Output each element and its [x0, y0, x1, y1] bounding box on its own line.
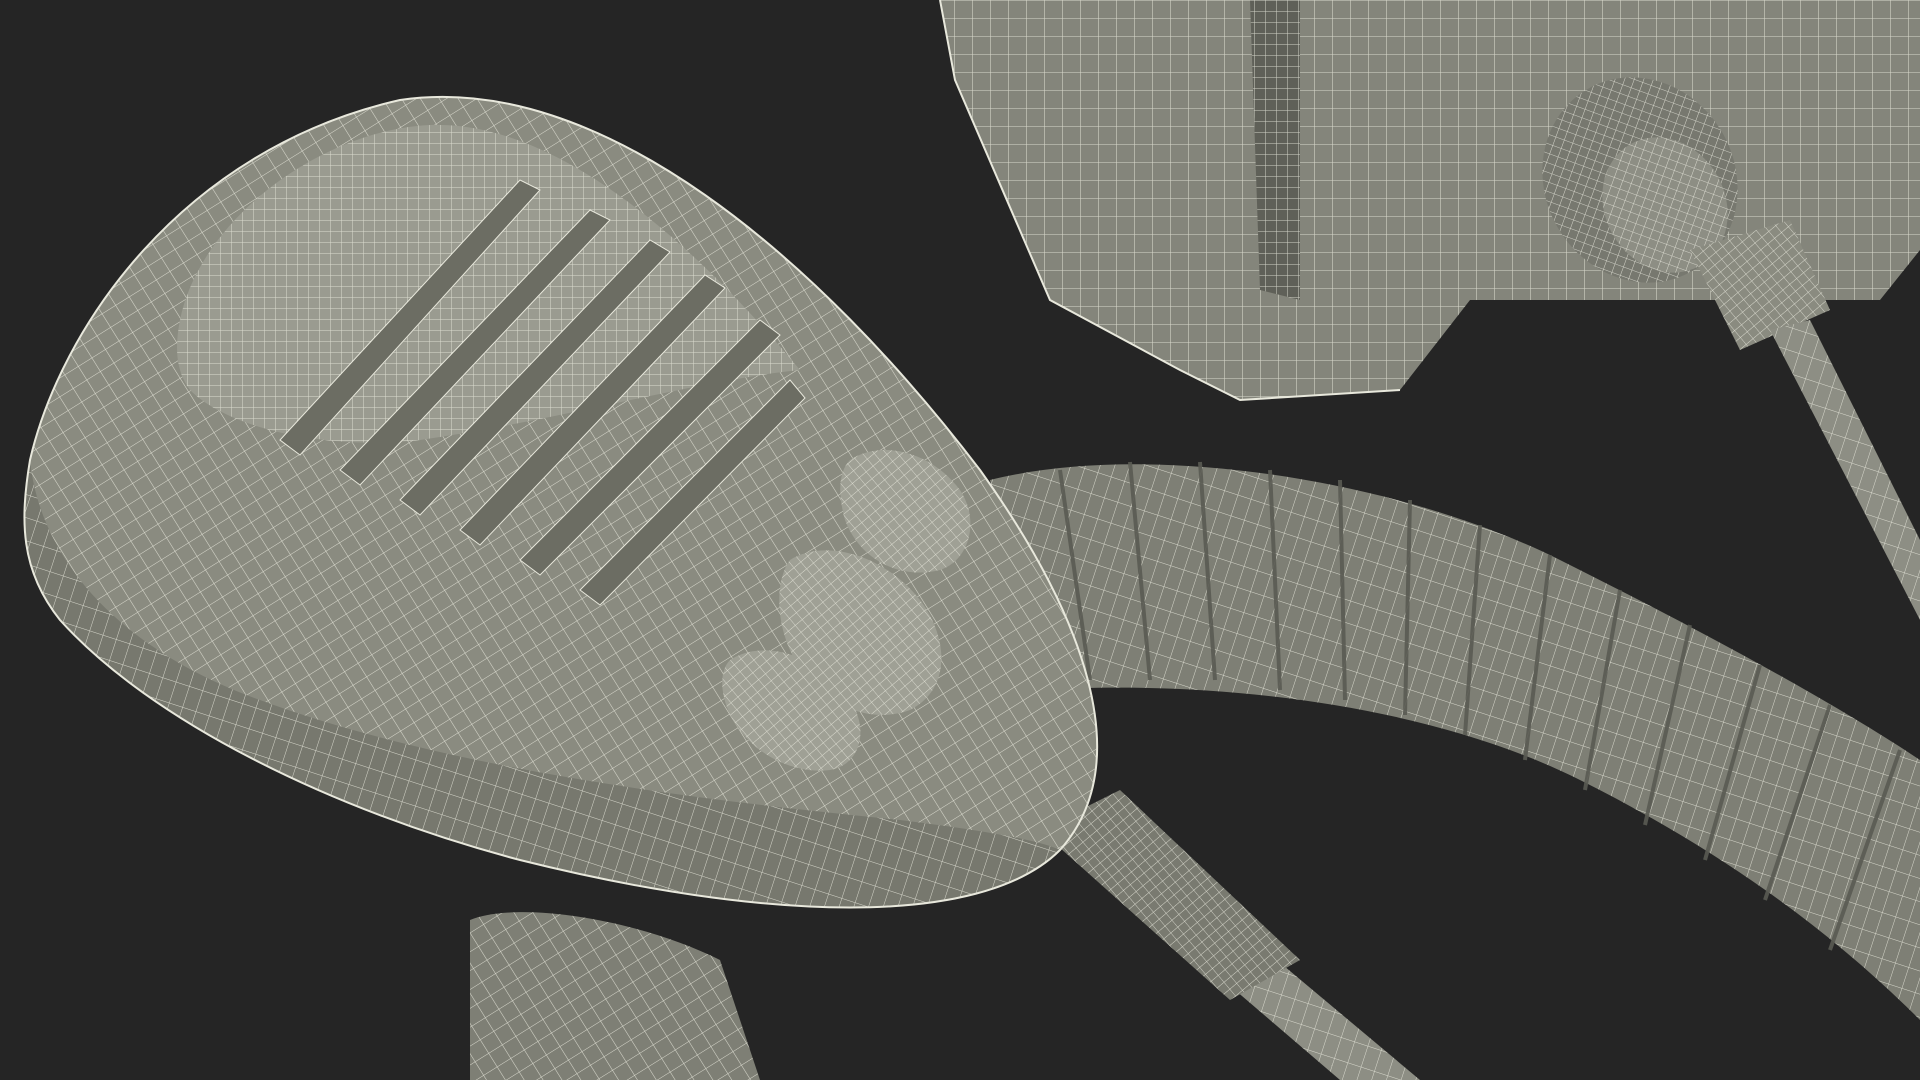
- radio-base-unit: [939, 0, 1920, 402]
- hand-microphone: [23, 95, 1099, 909]
- base-straight-cable: [1770, 320, 1920, 620]
- wireframe-scene: [23, 0, 1920, 1080]
- microphone-cable: [1040, 790, 1420, 1080]
- render-viewport: [0, 0, 1920, 1080]
